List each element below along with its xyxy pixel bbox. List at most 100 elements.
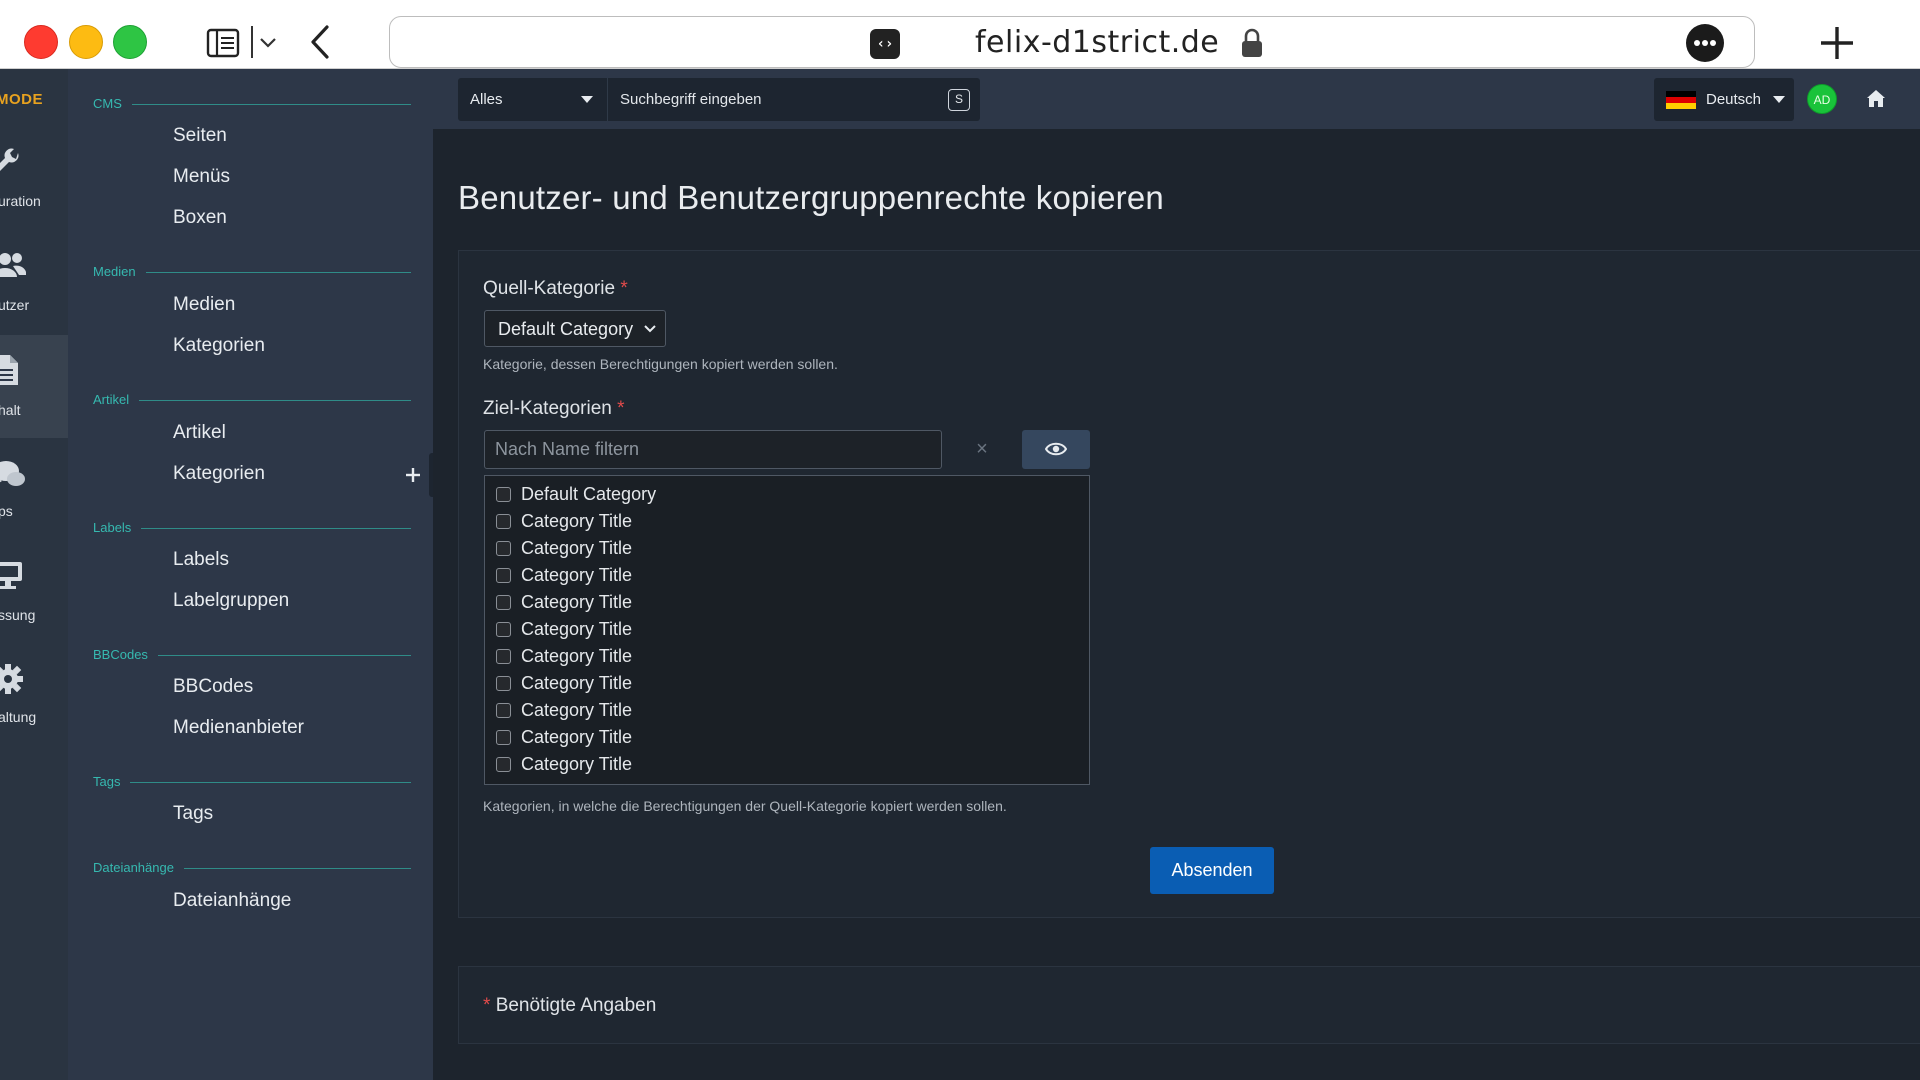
category-checkbox[interactable]: [496, 622, 511, 637]
category-filter-input[interactable]: [484, 430, 942, 469]
search-group: Alles S: [458, 78, 980, 121]
rail-label: ps: [0, 503, 13, 519]
language-select[interactable]: Deutsch: [1654, 78, 1794, 121]
rail-label: ssung: [0, 607, 36, 623]
caret-down-icon: [1773, 96, 1785, 103]
search-input[interactable]: [608, 78, 980, 121]
new-tab-plus-icon[interactable]: [1818, 24, 1856, 62]
browser-toolbar: ‹› felix-d1strict.de: [0, 0, 1920, 69]
rail-label: altung: [0, 709, 37, 725]
category-option[interactable]: Category Title: [485, 645, 1089, 672]
maximize-window-button[interactable]: [113, 25, 147, 59]
plus-icon: [406, 468, 420, 482]
source-category-label: Quell-Kategorie *: [483, 278, 628, 299]
category-option[interactable]: Default Category: [485, 483, 1089, 510]
category-option[interactable]: Category Title: [485, 753, 1089, 780]
required-marker: *: [483, 995, 491, 1016]
section-title: Dateianhänge: [93, 860, 184, 875]
top-bar: Alles S Deutsch AD: [433, 69, 1920, 129]
section-divider: [93, 400, 411, 401]
chat-icon: [0, 461, 25, 486]
sidebar-item-label: Dateianhänge: [173, 890, 292, 911]
submit-button[interactable]: Absenden: [1150, 847, 1274, 894]
category-checkbox[interactable]: [496, 514, 511, 529]
category-checkbox[interactable]: [496, 730, 511, 745]
home-icon: [1867, 90, 1885, 107]
category-option[interactable]: Category Title: [485, 537, 1089, 564]
category-checkbox[interactable]: [496, 676, 511, 691]
category-checkbox[interactable]: [496, 757, 511, 772]
source-category-select[interactable]: Default Category: [484, 310, 666, 347]
sidebar-section-artikel: Artikel: [93, 392, 411, 410]
category-option-label: Category Title: [521, 727, 633, 747]
search-scope-select[interactable]: Alles: [458, 78, 608, 121]
category-checkbox[interactable]: [496, 541, 511, 556]
sidebar-section-tags: Tags: [93, 774, 411, 792]
category-option[interactable]: Category Title: [485, 618, 1089, 645]
rail-item-configuration[interactable]: uration: [0, 147, 68, 217]
category-checkbox[interactable]: [496, 568, 511, 583]
section-title: BBCodes: [93, 647, 158, 662]
category-option[interactable]: Category Title: [485, 699, 1089, 726]
category-option-label: Category Title: [521, 511, 633, 531]
category-option[interactable]: Category Title: [485, 726, 1089, 753]
sidebar-section-labels: Labels: [93, 520, 411, 538]
category-option[interactable]: Category Title: [485, 564, 1089, 591]
sidebar-toggle-icon[interactable]: [206, 26, 240, 60]
rail-item-apps[interactable]: ps: [0, 459, 68, 529]
sidebar-item-label: Tags: [173, 803, 214, 824]
rail-label: utzer: [0, 297, 30, 313]
sidebar-section-cms: CMS: [93, 96, 411, 114]
sidebar-item-label: Seiten: [173, 125, 227, 146]
rail-label: halt: [0, 402, 21, 418]
code-icon[interactable]: ‹›: [870, 29, 900, 59]
home-button[interactable]: [1853, 78, 1899, 121]
main-nav-rail: MODE uration utzer halt ps ssung altung: [0, 69, 68, 1080]
category-checkbox[interactable]: [496, 649, 511, 664]
sidebar-item-label: Medien: [173, 294, 236, 315]
clear-filter-button[interactable]: ×: [952, 430, 1012, 469]
more-options-icon[interactable]: [1686, 24, 1724, 62]
target-categories-label: Ziel-Kategorien *: [483, 398, 625, 419]
sidebar-item-label: Kategorien: [173, 463, 265, 484]
source-category-value: Default Category: [498, 319, 634, 339]
section-divider: [93, 104, 411, 105]
category-checkbox[interactable]: [496, 703, 511, 718]
rail-item-management[interactable]: altung: [0, 663, 68, 733]
sidebar-item-label: BBCodes: [173, 676, 254, 697]
add-article-category-button[interactable]: [397, 459, 429, 491]
category-option[interactable]: Category Title: [485, 510, 1089, 537]
minimize-window-button[interactable]: [69, 25, 103, 59]
toggle-visibility-button[interactable]: [1022, 430, 1090, 469]
required-note: * Benötigte Angaben: [483, 995, 657, 1016]
close-window-button[interactable]: [24, 25, 58, 59]
user-avatar[interactable]: AD: [1807, 84, 1837, 114]
category-option-label: Category Title: [521, 592, 633, 612]
rail-item-customization[interactable]: ssung: [0, 559, 68, 629]
address-bar[interactable]: ‹› felix-d1strict.de: [389, 16, 1755, 68]
rail-item-content[interactable]: halt: [0, 353, 68, 423]
search-shortcut-badge: S: [948, 89, 970, 111]
category-option-label: Category Title: [521, 538, 633, 558]
category-checkbox[interactable]: [496, 487, 511, 502]
section-title: Medien: [93, 264, 146, 279]
sidebar-item-label: Boxen: [173, 207, 227, 228]
target-categories-list: Default Category Category Title Category T…: [484, 475, 1090, 785]
caret-down-icon: [581, 96, 593, 103]
german-flag-icon: [1666, 91, 1696, 109]
page-title: Benutzer- und Benutzergruppenrechte kopi…: [458, 179, 1164, 216]
wrench-icon: [0, 148, 19, 171]
sidebar-item-label: Medienanbieter: [173, 717, 304, 738]
category-checkbox[interactable]: [496, 595, 511, 610]
back-arrow-icon[interactable]: [308, 24, 332, 60]
required-note-panel: * Benötigte Angaben: [458, 966, 1920, 1044]
document-icon: [0, 355, 18, 385]
category-option-label: Category Title: [521, 565, 633, 585]
gear-icon: [0, 664, 23, 694]
category-option-label: Category Title: [521, 754, 633, 774]
category-option[interactable]: Category Title: [485, 591, 1089, 618]
category-option[interactable]: Category Title: [485, 672, 1089, 699]
chevron-down-icon[interactable]: [258, 34, 278, 52]
section-title: Tags: [93, 774, 131, 789]
rail-item-users[interactable]: utzer: [0, 251, 68, 321]
